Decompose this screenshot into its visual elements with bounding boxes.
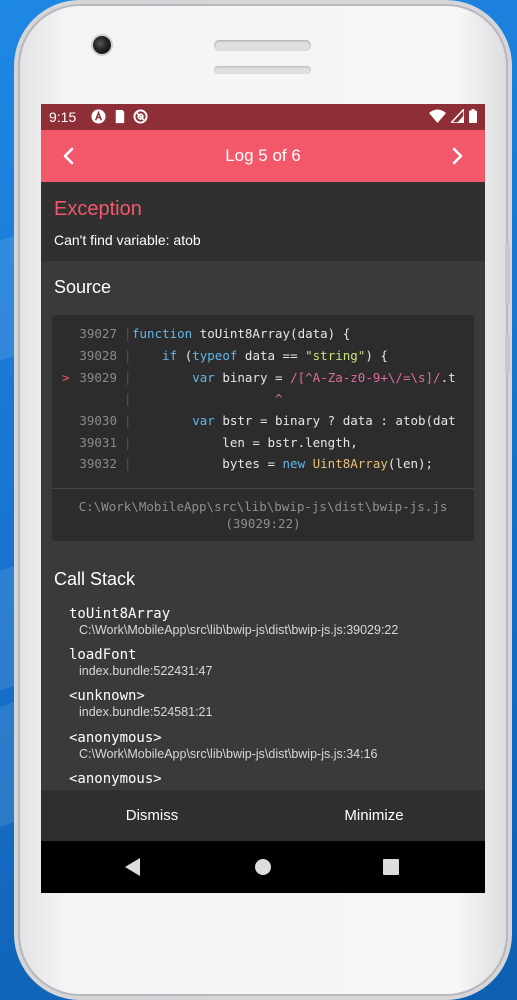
gutter-separator: | (124, 370, 132, 385)
stack-frame-location: C:\Work\MobileApp\src\lib\bwip-js\dist\b… (79, 623, 399, 637)
stack-frame-function: <anonymous> (69, 730, 162, 746)
stack-frame-function: <anonymous> (69, 771, 162, 787)
source-title: Source (54, 277, 112, 297)
stack-frame-location: C:\Work\MobileApp\src\lib\bwip-js\dist\b… (79, 747, 378, 761)
code-text: var binary = /[^A-Za-z0-9+\/=\s]/.t (192, 370, 456, 385)
gutter-separator: | (124, 348, 132, 363)
android-nav-bar (41, 841, 485, 893)
status-time: 9:15 (49, 109, 77, 125)
call-stack-title: Call Stack (54, 569, 136, 589)
a-circle-icon (91, 109, 106, 124)
line-number: 39029 (79, 370, 117, 385)
line-number: 39028 (79, 348, 117, 363)
line-number: 39032 (79, 456, 117, 471)
triangle-back-icon[interactable] (125, 858, 141, 876)
minimize-button[interactable]: Minimize (263, 790, 485, 841)
stack-frame-location: index.bundle:524581:21 (79, 705, 213, 719)
code-text: len = bstr.length, (132, 435, 358, 450)
line-number: 39027 (79, 326, 117, 341)
status-icons-left (91, 109, 148, 124)
circle-home-icon[interactable] (255, 859, 271, 875)
stack-frame-function: toUint8Array (69, 606, 171, 622)
stack-frame-function: <unknown> (69, 688, 145, 704)
gutter-separator: | (124, 391, 132, 406)
source-file: C:\Work\MobileApp\src\lib\bwip-js\dist\b… (78, 499, 448, 514)
bottom-button-bar: Dismiss Minimize (41, 790, 485, 841)
stack-frame-location: index.bundle:522431:47 (79, 664, 213, 678)
power-button[interactable] (505, 334, 510, 374)
gutter-separator: | (124, 456, 132, 471)
code-text: if (typeof data == "string") { (162, 348, 388, 363)
code-text: var bstr = binary ? data : atob(dat (192, 413, 456, 428)
exception-message: Can't find variable: atob (54, 232, 201, 248)
speaker-grille (214, 40, 311, 51)
line-number: 39030 (79, 413, 117, 428)
square-recents-icon[interactable] (383, 859, 399, 875)
earpiece (214, 66, 311, 74)
stack-frame[interactable]: <anonymous> (69, 771, 162, 787)
exception-panel: Exception Can't find variable: atob (41, 182, 485, 261)
gutter-separator: | (124, 326, 132, 341)
stack-frame[interactable]: <unknown> index.bundle:524581:21 (69, 688, 212, 719)
phone-screen: 9:15 Log 5 of 6 Exception Can't find var… (41, 104, 485, 893)
source-code-box: 39027 | function toUint8Array(data) {39028… (52, 315, 474, 541)
dismiss-button[interactable]: Dismiss (41, 790, 263, 841)
status-icons-right (429, 109, 477, 123)
gutter-separator: | (124, 413, 132, 428)
code-text: bytes = new Uint8Array(len); (132, 456, 434, 471)
code-text: ^ (275, 391, 283, 406)
source-position: (39029:22) (225, 516, 301, 531)
signal-icon (451, 109, 464, 123)
app-bar: Log 5 of 6 (41, 130, 485, 182)
sd-card-icon (115, 109, 125, 124)
line-number: 39031 (79, 435, 117, 450)
source-file-path: C:\Work\MobileApp\src\lib\bwip-js\dist\b… (52, 498, 474, 532)
wifi-icon (429, 109, 446, 123)
stack-frame[interactable]: <anonymous> C:\Work\MobileApp\src\lib\bwi… (69, 730, 377, 761)
stack-frame-function: loadFont (69, 647, 137, 663)
exception-title: Exception (54, 198, 142, 220)
code-text: function toUint8Array(data) { (132, 326, 351, 341)
gutter-separator: | (124, 435, 132, 450)
code-divider (52, 488, 474, 489)
no-sync-icon (133, 109, 148, 124)
chevron-right-icon[interactable] (443, 142, 471, 170)
stack-frame[interactable]: toUint8Array C:\Work\MobileApp\src\lib\bw… (69, 606, 398, 637)
status-bar: 9:15 (41, 104, 485, 130)
volume-button[interactable] (505, 244, 510, 304)
page-title: Log 5 of 6 (225, 146, 301, 165)
front-camera (93, 36, 111, 54)
stack-frame[interactable]: loadFont index.bundle:522431:47 (69, 647, 212, 678)
battery-icon (469, 109, 477, 123)
